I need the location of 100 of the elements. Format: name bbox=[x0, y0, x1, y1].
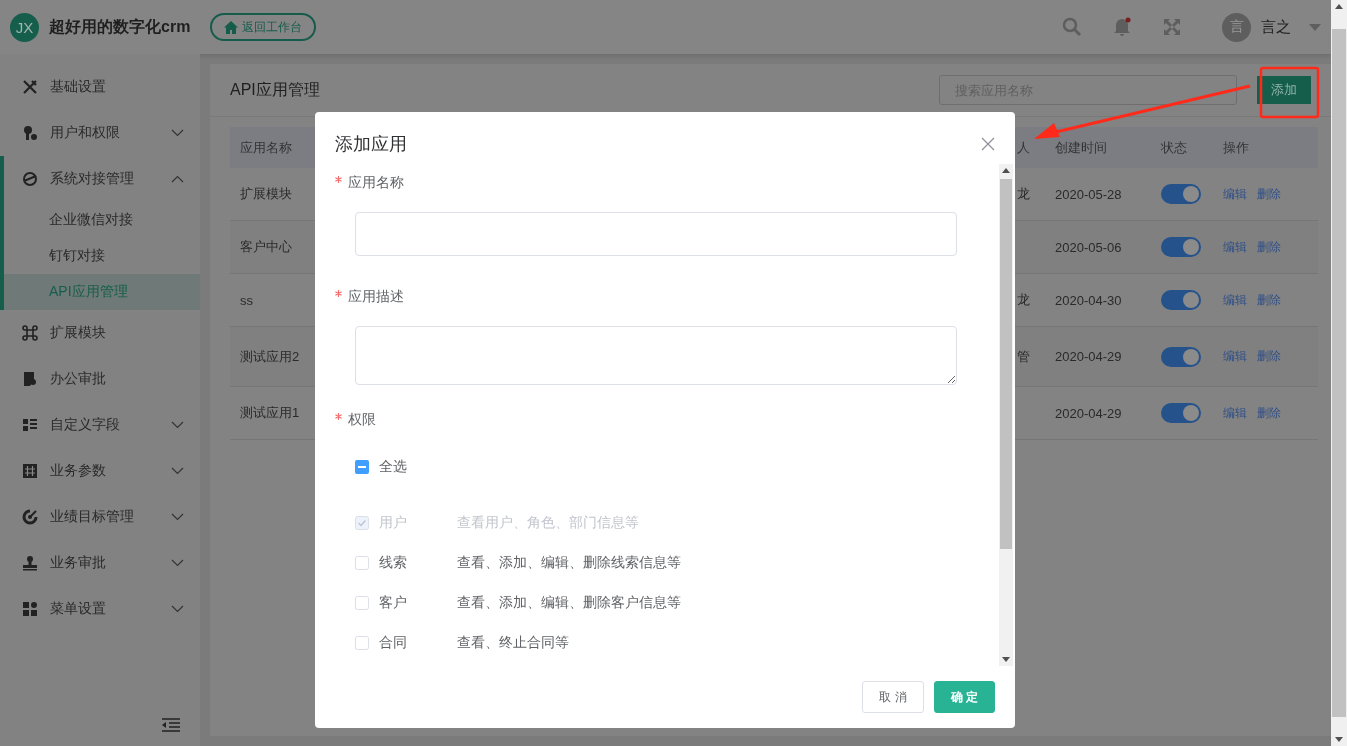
tools-icon bbox=[22, 79, 38, 95]
action-link[interactable]: 删除 bbox=[1257, 185, 1281, 203]
sidebar-item[interactable]: 业绩目标管理 bbox=[0, 494, 200, 540]
action-link[interactable]: 编辑 bbox=[1223, 404, 1247, 422]
status-toggle[interactable] bbox=[1161, 290, 1201, 310]
confirm-button[interactable]: 确 定 bbox=[933, 681, 995, 713]
action-link[interactable]: 删除 bbox=[1257, 404, 1281, 422]
table-cell: 龙 bbox=[1017, 186, 1030, 201]
grid-icon bbox=[22, 463, 38, 479]
table-cell: 管 bbox=[1017, 348, 1030, 364]
logo: JX bbox=[10, 12, 39, 42]
apps-icon bbox=[22, 601, 38, 617]
app-title: 超好用的数字化crm bbox=[49, 16, 191, 37]
scroll-down-arrow-icon[interactable] bbox=[1002, 657, 1010, 662]
user-avatar[interactable]: 言 bbox=[1222, 12, 1251, 42]
document-icon bbox=[22, 371, 38, 387]
sidebar-item[interactable]: 业务审批 bbox=[0, 540, 200, 586]
checkbox-label[interactable]: 全选 bbox=[379, 458, 407, 476]
column-header: 操作 bbox=[1223, 138, 1249, 157]
chevron-icon bbox=[171, 605, 184, 613]
chevron-icon bbox=[171, 421, 184, 429]
sidebar-item[interactable]: 基础设置 bbox=[0, 64, 200, 110]
chevron-icon bbox=[171, 467, 184, 475]
action-link[interactable]: 编辑 bbox=[1223, 291, 1247, 309]
select-all-checkbox[interactable] bbox=[355, 460, 369, 474]
table-cell: 2020-04-30 bbox=[1055, 292, 1122, 308]
permission-description: 查看、添加、编辑、删除线索信息等 bbox=[457, 554, 681, 572]
table-cell-text: 测试应用2 bbox=[239, 347, 300, 366]
permission-description: 查看用户、角色、部门信息等 bbox=[457, 514, 639, 532]
permission-description: 查看、终止合同等 bbox=[457, 634, 569, 652]
chevron-icon bbox=[171, 129, 184, 137]
column-header: 人 bbox=[1017, 138, 1030, 157]
sidebar-item[interactable]: 菜单设置 bbox=[0, 586, 200, 632]
action-link[interactable]: 编辑 bbox=[1223, 348, 1247, 365]
scrollbar-thumb[interactable] bbox=[1000, 179, 1012, 549]
table-cell: 龙 bbox=[1017, 292, 1030, 307]
action-link[interactable]: 编辑 bbox=[1223, 238, 1247, 256]
fullscreen-icon[interactable] bbox=[1162, 17, 1182, 37]
permission-checkbox[interactable] bbox=[355, 556, 369, 570]
field-label: 应用描述 bbox=[348, 288, 404, 306]
action-link[interactable]: 删除 bbox=[1257, 238, 1281, 256]
status-toggle[interactable] bbox=[1161, 237, 1201, 257]
highlight-frame bbox=[1259, 66, 1320, 119]
target-icon bbox=[22, 509, 38, 525]
back-to-workbench-button[interactable]: 返回工作台 bbox=[210, 13, 317, 41]
field-label: 应用名称 bbox=[348, 174, 404, 192]
permission-description: 查看、添加、编辑、删除客户信息等 bbox=[457, 594, 681, 612]
permission-checkbox[interactable] bbox=[355, 636, 369, 650]
table-cell: 2020-05-06 bbox=[1055, 239, 1122, 255]
sidebar-subitem[interactable]: 钉钉对接 bbox=[4, 238, 200, 274]
column-header: 应用名称 bbox=[239, 138, 292, 157]
sidebar-item[interactable]: 系统对接管理 bbox=[0, 156, 200, 202]
close-icon[interactable] bbox=[981, 137, 995, 151]
table-cell-text: 扩展模块 bbox=[239, 185, 292, 203]
sidebar-item[interactable]: 自定义字段 bbox=[0, 402, 200, 448]
scrollbar-thumb[interactable] bbox=[1332, 29, 1346, 717]
table-cell-text: 客户中心 bbox=[239, 238, 292, 256]
status-toggle[interactable] bbox=[1161, 403, 1201, 423]
permission-checkbox[interactable] bbox=[355, 596, 369, 610]
page-title: API应用管理 bbox=[230, 79, 321, 100]
scroll-down-arrow-icon[interactable] bbox=[1335, 737, 1343, 742]
status-toggle[interactable] bbox=[1161, 346, 1201, 367]
checkbox-label[interactable]: 线索 bbox=[379, 554, 447, 572]
command-key-icon bbox=[22, 325, 38, 341]
checkbox-label[interactable]: 客户 bbox=[379, 594, 447, 612]
column-header: 创建时间 bbox=[1055, 138, 1107, 157]
field-label: 权限 bbox=[348, 411, 376, 429]
sidebar-subitem[interactable]: 企业微信对接 bbox=[4, 202, 200, 238]
scroll-up-arrow-icon[interactable] bbox=[1002, 168, 1010, 173]
bell-icon[interactable] bbox=[1112, 17, 1132, 37]
chevron-icon bbox=[171, 559, 184, 567]
status-toggle[interactable] bbox=[1161, 184, 1201, 204]
checkbox-label[interactable]: 合同 bbox=[379, 634, 447, 652]
chevron-icon bbox=[171, 513, 184, 521]
table-cell: 2020-04-29 bbox=[1055, 349, 1122, 364]
scroll-up-arrow-icon[interactable] bbox=[1335, 4, 1343, 9]
dialog-title: 添加应用 bbox=[335, 133, 408, 156]
add-button[interactable]: 添加 bbox=[1257, 76, 1311, 104]
action-link[interactable]: 删除 bbox=[1257, 291, 1281, 309]
chevron-icon bbox=[171, 175, 184, 183]
stamp-icon bbox=[22, 555, 38, 571]
sidebar-item[interactable]: 业务参数 bbox=[0, 448, 200, 494]
caret-icon[interactable] bbox=[1309, 23, 1321, 31]
sidebar-item[interactable]: 用户和权限 bbox=[0, 110, 200, 156]
table-cell: 2020-04-29 bbox=[1055, 405, 1122, 421]
collapse-menu-icon[interactable] bbox=[162, 718, 180, 732]
list-icon bbox=[22, 417, 38, 433]
cancel-button[interactable]: 取 消 bbox=[862, 681, 924, 713]
column-header: 状态 bbox=[1161, 138, 1187, 157]
user-name[interactable]: 言之 bbox=[1261, 17, 1291, 37]
table-cell-text: ss bbox=[239, 292, 253, 308]
name-field[interactable] bbox=[355, 212, 957, 256]
description-field[interactable] bbox=[355, 326, 957, 385]
table-cell-text: 测试应用1 bbox=[239, 404, 300, 422]
sidebar-item[interactable]: 扩展模块 bbox=[0, 310, 200, 356]
action-link[interactable]: 删除 bbox=[1257, 348, 1281, 365]
action-link[interactable]: 编辑 bbox=[1223, 185, 1247, 203]
search-icon[interactable] bbox=[1062, 17, 1082, 37]
sidebar-item[interactable]: 办公审批 bbox=[0, 356, 200, 402]
home-icon bbox=[224, 20, 239, 34]
